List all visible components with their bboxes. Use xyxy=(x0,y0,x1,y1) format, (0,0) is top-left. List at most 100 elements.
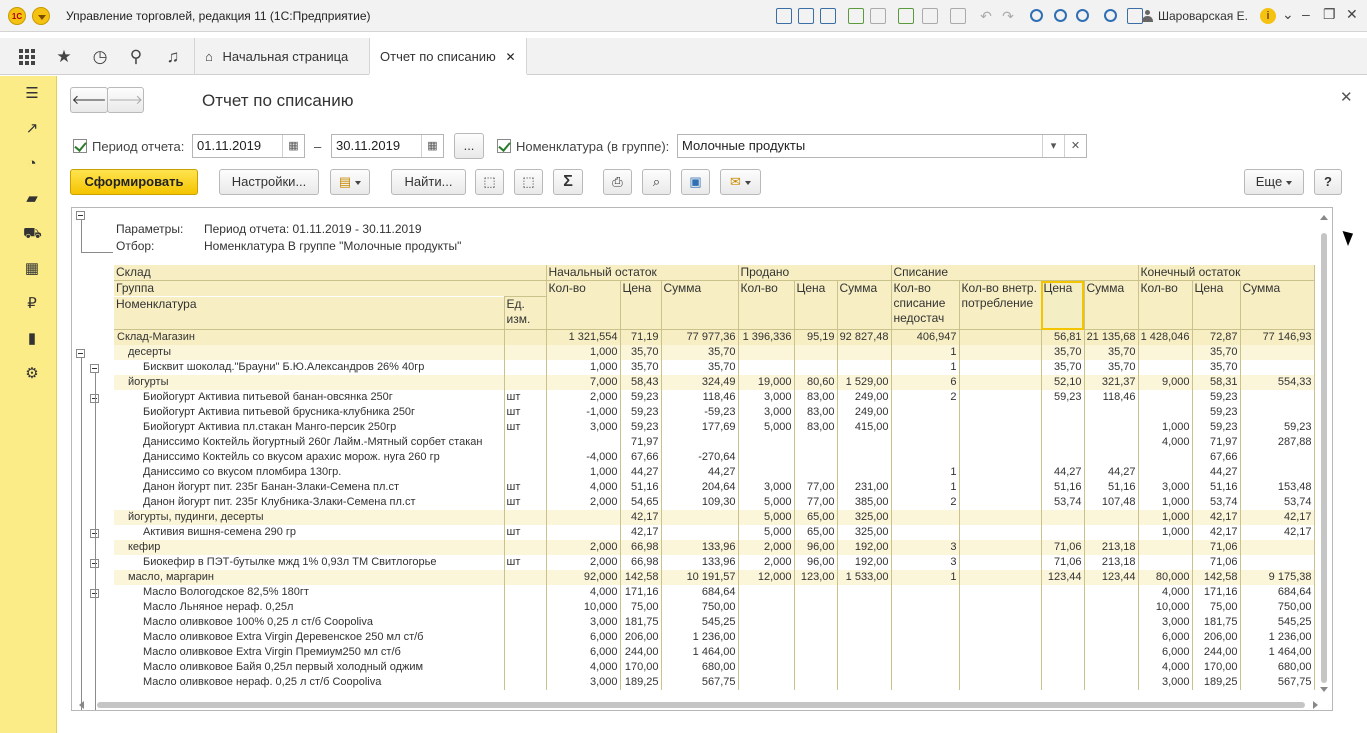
period-checkbox[interactable] xyxy=(73,139,87,153)
chevron-down-icon[interactable]: ⌄ xyxy=(1282,6,1294,23)
collapse-params-icon[interactable] xyxy=(76,211,85,220)
close-form-icon[interactable]: ✕ xyxy=(1340,88,1353,106)
period-from-field[interactable]: 01.11.2019 ▦ xyxy=(192,134,305,158)
more-menu-button[interactable]: Еще xyxy=(1244,169,1304,195)
shopping-bag-icon[interactable]: ▰ xyxy=(23,190,41,208)
history-icon[interactable]: ◷ xyxy=(90,47,110,67)
search-icon[interactable]: ⚲ xyxy=(126,47,146,67)
table-row[interactable]: Масло оливковое Extra Virgin Премиум250 … xyxy=(114,645,1315,660)
horizontal-scrollbar[interactable] xyxy=(71,699,1318,711)
analytics-icon[interactable]: ↗ xyxy=(23,120,41,138)
back-button[interactable]: 🡐 xyxy=(70,87,108,113)
info-icon[interactable]: i xyxy=(1260,8,1276,24)
table-row[interactable]: Даниссимо Коктейль йогуртный 260г Лайм.-… xyxy=(114,435,1315,450)
warehouse-icon[interactable]: ▦ xyxy=(23,260,41,278)
bar-chart-icon[interactable]: ▮ xyxy=(23,330,41,348)
close-tab-icon[interactable]: ✕ xyxy=(505,50,515,64)
table-row[interactable]: Масло оливковое Байя 0,25л первый холодн… xyxy=(114,660,1315,675)
favorites-star-icon[interactable]: ★ xyxy=(54,47,74,67)
zoom-icon[interactable] xyxy=(1104,9,1117,22)
scroll-right-icon[interactable] xyxy=(1313,701,1318,709)
user-name[interactable]: Шароварская Е. xyxy=(1158,9,1248,23)
table-row[interactable]: Масло Вологодское 82,5% 180гт 4,000 171,16… xyxy=(114,585,1315,600)
collapse-row-icon[interactable] xyxy=(76,349,85,358)
sum-button[interactable]: Σ xyxy=(553,169,583,195)
tab-home[interactable]: ⌂ Начальная страница xyxy=(194,38,358,75)
tab-report[interactable]: Отчет по списанию ✕ xyxy=(369,38,527,75)
scroll-down-icon[interactable] xyxy=(1320,687,1328,692)
group-row[interactable]: масло, маргарин 92,000 142,58 10 191,57 12,0… xyxy=(114,570,1315,585)
group-row[interactable]: Склад-Магазин 1 321,554 71,19 77 977,36 1 39… xyxy=(114,329,1315,345)
dropdown-arrow-icon[interactable]: ▾ xyxy=(1042,135,1064,157)
group-row[interactable]: йогурты 7,000 58,43 324,49 19,000 80,60 1 529,… xyxy=(114,375,1315,390)
preview-icon[interactable]: ⌕ xyxy=(642,169,671,195)
nomen-checkbox[interactable] xyxy=(497,139,511,153)
menu-icon[interactable]: ☰ xyxy=(23,85,41,103)
nomen-field[interactable]: Молочные продукты ▾ ✕ xyxy=(677,134,1087,158)
upload-icon[interactable] xyxy=(848,8,864,24)
table-row[interactable]: Масло оливковое нераф. 0,25 л ст/б Coopo… xyxy=(114,675,1315,690)
copy-icon[interactable] xyxy=(950,8,966,24)
settings-gear-icon[interactable]: ⚙ xyxy=(23,365,41,383)
period-to-field[interactable]: 30.11.2019 ▦ xyxy=(331,134,444,158)
find-prev-icon[interactable]: ⬚ xyxy=(475,169,504,195)
vertical-scroll-thumb[interactable] xyxy=(1321,233,1327,683)
forward-button[interactable]: 🡒 xyxy=(107,87,144,113)
calendar-icon[interactable]: ▦ xyxy=(421,135,443,157)
panels-icon[interactable] xyxy=(1127,8,1143,24)
mail-menu-button[interactable]: ✉ xyxy=(720,169,761,195)
table-row[interactable]: Биокефир в ПЭТ-бутылке мжд 1% 0,93л ТМ С… xyxy=(114,555,1315,570)
pie-chart-icon[interactable]: ◔ xyxy=(23,155,41,173)
print-icon[interactable]: ⎙ xyxy=(603,169,632,195)
calendar-icon[interactable]: ▦ xyxy=(282,135,304,157)
period-select-button[interactable]: ... xyxy=(454,133,484,159)
ruble-icon[interactable]: ₽ xyxy=(23,295,41,313)
scroll-left-icon[interactable] xyxy=(79,701,84,709)
cart-icon[interactable]: ⛟ xyxy=(23,225,42,243)
close-window-icon[interactable]: ✕ xyxy=(1346,6,1358,23)
table-row[interactable]: Даниссимо Коктейль со вкусом арахис моро… xyxy=(114,450,1315,465)
calculator-icon[interactable] xyxy=(898,8,914,24)
settings-button[interactable]: Настройки... xyxy=(219,169,319,195)
table-row[interactable]: Активия вишня-семена 290 гр шт 42,17 5,000 6… xyxy=(114,525,1315,540)
scroll-up-icon[interactable] xyxy=(1320,215,1328,220)
preview-icon[interactable] xyxy=(820,8,836,24)
group-row[interactable]: десерты 1,000 35,70 35,70 1 35,70 35,70 35,70 xyxy=(114,345,1315,360)
collapse-row-icon[interactable] xyxy=(90,364,99,373)
print-icon[interactable] xyxy=(798,8,814,24)
table-row[interactable]: Биойогурт Активиа пл.стакан Манго-персик… xyxy=(114,420,1315,435)
search-next-icon[interactable] xyxy=(1054,9,1067,22)
vertical-scrollbar[interactable] xyxy=(1317,207,1331,711)
main-menu-icon[interactable] xyxy=(32,7,50,25)
undo-icon[interactable]: ↶ xyxy=(978,8,994,24)
table-row[interactable]: Данон йогурт пит. 235г Банан-Злаки-Семен… xyxy=(114,480,1315,495)
save-icon[interactable] xyxy=(776,8,792,24)
save-icon[interactable]: ▣ xyxy=(681,169,710,195)
minimize-icon[interactable]: – xyxy=(1302,6,1310,22)
restore-icon[interactable]: ❐ xyxy=(1323,6,1336,23)
header-writeoff-price[interactable]: Цена xyxy=(1041,280,1085,330)
calendar-icon[interactable] xyxy=(922,8,938,24)
table-row[interactable]: Данон йогурт пит. 235г Клубника-Злаки-Се… xyxy=(114,495,1315,510)
find-next-icon[interactable]: ⬚ xyxy=(514,169,543,195)
table-row[interactable]: Биойогурт Активиа питьевой банан-овсянка… xyxy=(114,390,1315,405)
search-icon[interactable] xyxy=(1030,9,1043,22)
table-row[interactable]: Биойогурт Активиа питьевой брусника-клуб… xyxy=(114,405,1315,420)
table-row[interactable]: Бисквит шоколад."Брауни" Б.Ю.Александров… xyxy=(114,360,1315,375)
apps-grid-icon[interactable] xyxy=(17,47,37,67)
table-row[interactable]: Масло оливковое Extra Virgin Деревенское… xyxy=(114,630,1315,645)
report-spreadsheet[interactable]: Параметры: Период отчета: 01.11.2019 - 30… xyxy=(71,207,1333,711)
find-button[interactable]: Найти... xyxy=(391,169,466,195)
generate-button[interactable]: Сформировать xyxy=(70,169,198,195)
horizontal-scroll-thumb[interactable] xyxy=(97,702,1305,708)
table-row[interactable]: Масло Льняное нераф. 0,25л 10,000 75,00 750… xyxy=(114,600,1315,615)
group-row[interactable]: кефир 2,000 66,98 133,96 2,000 96,00 192,00 3 71… xyxy=(114,540,1315,555)
redo-icon[interactable]: ↷ xyxy=(1000,8,1016,24)
print-gray-icon[interactable] xyxy=(870,8,886,24)
group-row[interactable]: йогурты, пудинги, десерты 42,17 5,000 65,00… xyxy=(114,510,1315,525)
table-row[interactable]: Масло оливковое 100% 0,25 л ст/б Coopoli… xyxy=(114,615,1315,630)
notifications-bell-icon[interactable]: ♫ xyxy=(163,47,183,67)
table-row[interactable]: Даниссимо со вкусом пломбира 130гр. 1,000… xyxy=(114,465,1315,480)
search-refresh-icon[interactable] xyxy=(1076,9,1089,22)
variants-menu-button[interactable]: ▤ xyxy=(330,169,370,195)
